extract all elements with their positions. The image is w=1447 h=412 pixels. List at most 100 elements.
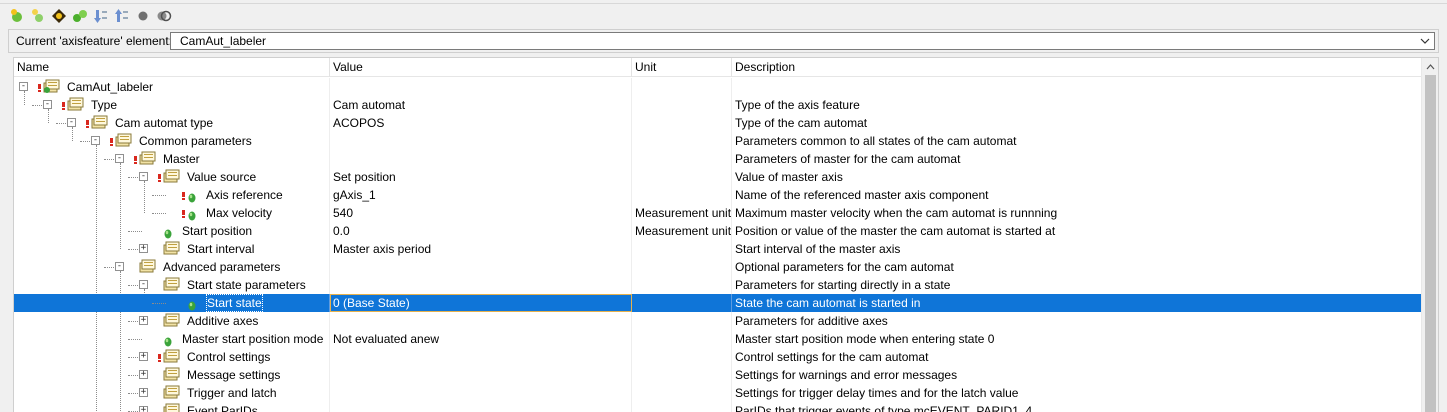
tree-row[interactable]: + Message settings Settings for warnings a… [14, 366, 1422, 384]
add-element-icon[interactable] [8, 7, 26, 25]
tree-row[interactable]: + Additive axes Parameters for additive ax… [14, 312, 1422, 330]
vertical-scrollbar[interactable] [1421, 58, 1438, 412]
name-cell[interactable]: - Type [14, 96, 330, 114]
name-cell[interactable]: - Start state parameters [14, 276, 330, 294]
value-cell[interactable]: Set position [330, 168, 632, 186]
expand-icon[interactable]: + [139, 316, 148, 325]
navigate-icon[interactable] [50, 7, 68, 25]
name-cell[interactable]: - CamAut_labeler [14, 78, 330, 96]
value-cell[interactable]: Master axis period [330, 240, 632, 258]
value-cell[interactable]: Cam automat [330, 96, 632, 114]
tree-row[interactable]: - Cam automat type ACOPOS Type of the cam a… [14, 114, 1422, 132]
scroll-up-icon[interactable] [1422, 58, 1438, 75]
tree-row[interactable]: Start position 0.0 Measurement unit... Posi… [14, 222, 1422, 240]
property-tree-grid[interactable]: Name Value Unit Description - CamAut_labe… [13, 57, 1439, 412]
value-cell[interactable]: 0.0 [330, 222, 632, 240]
collapse-icon[interactable]: - [139, 280, 148, 289]
tree-row[interactable]: - Type Cam automat Type of the axis feature [14, 96, 1422, 114]
value-cell[interactable]: Not evaluated anew [330, 330, 632, 348]
group-icon [139, 259, 156, 274]
expand-icon[interactable] [71, 7, 89, 25]
tree-row[interactable]: - Master Parameters of master for the cam … [14, 150, 1422, 168]
tree-row[interactable]: Start state 0 (Base State) State the cam a… [14, 294, 1422, 312]
element-selector-combo[interactable]: CamAut_labeler [170, 32, 1435, 50]
collapse-icon[interactable]: - [67, 118, 76, 127]
column-header-unit[interactable]: Unit [632, 58, 732, 77]
tree-row[interactable]: - Common parameters Parameters common to a… [14, 132, 1422, 150]
expand-icon[interactable]: + [139, 244, 148, 253]
value-cell[interactable] [330, 366, 632, 384]
name-cell[interactable]: Max velocity [14, 204, 330, 222]
chevron-down-icon[interactable] [1418, 33, 1432, 49]
collapse-icon[interactable]: - [19, 82, 28, 91]
value-cell[interactable] [330, 78, 632, 96]
tree-row[interactable]: + Control settings Control settings for th… [14, 348, 1422, 366]
row-name: Event ParIDs [187, 404, 258, 412]
expand-icon[interactable]: + [139, 406, 148, 412]
collapse-icon[interactable]: - [43, 100, 52, 109]
value-cell[interactable]: 0 (Base State) [330, 294, 632, 312]
name-cell[interactable]: + Event ParIDs [14, 402, 330, 412]
row-name: Start state [206, 294, 263, 312]
unit-cell [632, 186, 732, 204]
circle-icon[interactable] [134, 7, 152, 25]
name-cell[interactable]: Start state [14, 294, 330, 312]
value-cell[interactable] [330, 348, 632, 366]
tree-row[interactable]: Axis reference gAxis_1 Name of the referen… [14, 186, 1422, 204]
value-cell[interactable]: gAxis_1 [330, 186, 632, 204]
settings-icon[interactable] [155, 7, 173, 25]
parameter-icon [188, 190, 196, 203]
value-cell[interactable] [330, 276, 632, 294]
column-header-value[interactable]: Value [330, 58, 632, 77]
scrollbar-thumb[interactable] [1425, 75, 1436, 412]
collapse-icon[interactable]: - [91, 136, 100, 145]
group-icon [163, 367, 180, 382]
tree-row[interactable]: - Value source Set position Value of master… [14, 168, 1422, 186]
expand-icon[interactable]: + [139, 352, 148, 361]
value-cell[interactable]: ACOPOS [330, 114, 632, 132]
tree-row[interactable]: - CamAut_labeler [14, 78, 1422, 96]
row-name: Message settings [187, 368, 281, 382]
value-cell[interactable] [330, 402, 632, 412]
element-selector-label: Current 'axisfeature' element: [16, 34, 172, 48]
name-cell[interactable]: Axis reference [14, 186, 330, 204]
name-cell[interactable]: - Value source [14, 168, 330, 186]
collapse-icon[interactable]: - [139, 172, 148, 181]
tree-row[interactable]: + Trigger and latch Settings for trigger d… [14, 384, 1422, 402]
name-cell[interactable]: + Control settings [14, 348, 330, 366]
collapse-icon[interactable]: - [115, 262, 124, 271]
name-cell[interactable]: + Trigger and latch [14, 384, 330, 402]
name-cell[interactable]: + Additive axes [14, 312, 330, 330]
unit-cell [632, 384, 732, 402]
tree-row[interactable]: Master start position mode Not evaluated … [14, 330, 1422, 348]
value-cell[interactable] [330, 312, 632, 330]
name-cell[interactable]: Master start position mode [14, 330, 330, 348]
collapse-icon[interactable]: - [115, 154, 124, 163]
tree-row[interactable]: Max velocity 540 Measurement unit... Maximu… [14, 204, 1422, 222]
name-cell[interactable]: Start position [14, 222, 330, 240]
name-cell[interactable]: - Cam automat type [14, 114, 330, 132]
name-cell[interactable]: - Master [14, 150, 330, 168]
column-header-name[interactable]: Name [14, 58, 330, 77]
column-header-description[interactable]: Description [732, 58, 1422, 77]
add-child-icon[interactable] [29, 7, 47, 25]
sort-descending-icon[interactable] [92, 7, 110, 25]
value-cell[interactable] [330, 384, 632, 402]
name-cell[interactable]: - Common parameters [14, 132, 330, 150]
expand-icon[interactable]: + [139, 388, 148, 397]
name-cell[interactable]: + Message settings [14, 366, 330, 384]
tree-row[interactable]: + Event ParIDs ParIDs that trigger events … [14, 402, 1422, 412]
name-cell[interactable]: + Start interval [14, 240, 330, 258]
expand-icon[interactable]: + [139, 370, 148, 379]
tree-row[interactable]: + Start interval Master axis period Start i… [14, 240, 1422, 258]
name-cell[interactable]: - Advanced parameters [14, 258, 330, 276]
value-cell[interactable] [330, 132, 632, 150]
tree-row[interactable]: - Advanced parameters Optional parameters … [14, 258, 1422, 276]
value-cell[interactable] [330, 258, 632, 276]
sort-ascending-icon[interactable] [113, 7, 131, 25]
group-icon [91, 115, 108, 130]
description-cell: ParIDs that trigger events of type mcEVE… [735, 404, 1033, 412]
value-cell[interactable]: 540 [330, 204, 632, 222]
tree-row[interactable]: - Start state parameters Parameters for st… [14, 276, 1422, 294]
value-cell[interactable] [330, 150, 632, 168]
